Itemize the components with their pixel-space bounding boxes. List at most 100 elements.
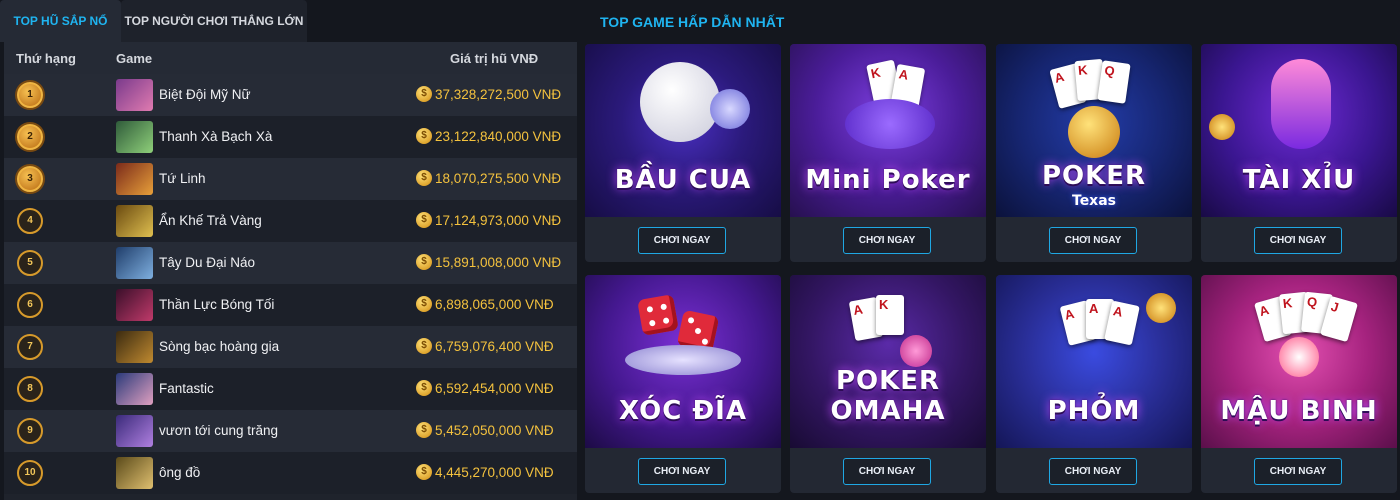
game-thumbnail[interactable] xyxy=(116,331,153,363)
game-name[interactable]: Sòng bạc hoàng gia xyxy=(159,339,279,354)
table-row[interactable]: 2 Thanh Xà Bạch Xà $23,122,840,000 VNĐ xyxy=(4,116,577,158)
game-thumbnail[interactable] xyxy=(116,205,153,237)
game-thumbnail[interactable] xyxy=(116,415,153,447)
playing-card-icon: K xyxy=(876,295,904,335)
game-name[interactable]: vươn tới cung trăng xyxy=(159,423,278,438)
header-rank: Thứ hạng xyxy=(16,51,76,66)
coin-icon: $ xyxy=(416,464,432,480)
game-artwork[interactable]: XÓC ĐĨA xyxy=(585,275,781,448)
game-title: XÓC ĐĨA xyxy=(619,396,747,426)
chip-icon xyxy=(710,89,750,129)
game-thumbnail[interactable] xyxy=(116,289,153,321)
jackpot-value: 17,124,973,000 VNĐ xyxy=(435,213,562,228)
game-name[interactable]: Thanh Xà Bạch Xà xyxy=(159,129,272,144)
play-now-button[interactable]: CHƠI NGAY xyxy=(843,227,931,254)
game-artwork[interactable]: A A A PHỎM xyxy=(996,275,1192,448)
jackpot-value: 23,122,840,000 VNĐ xyxy=(435,129,562,144)
game-title: POKER OMAHA xyxy=(830,366,946,426)
tab-top-winners[interactable]: TOP NGƯỜI CHƠI THẮNG LỚN xyxy=(121,0,307,42)
play-now-button[interactable]: CHƠI NGAY xyxy=(843,458,931,485)
tab-top-jackpot[interactable]: TOP HŨ SẮP NỔ xyxy=(0,0,121,42)
table-row[interactable]: 10 ông đồ $4,445,270,000 VNĐ xyxy=(4,452,577,494)
coin-icon: $ xyxy=(416,128,432,144)
game-name[interactable]: Biệt Đội Mỹ Nữ xyxy=(159,87,251,102)
gold-coin-icon xyxy=(1209,114,1235,140)
game-artwork[interactable]: TÀI XỈU xyxy=(1201,44,1397,217)
game-name[interactable]: Thần Lực Bóng Tối xyxy=(159,297,274,312)
game-title: MẬU BINH xyxy=(1220,396,1378,426)
table-row[interactable]: 6 Thần Lực Bóng Tối $6,898,065,000 VNĐ xyxy=(4,284,577,326)
play-now-button[interactable]: CHƠI NGAY xyxy=(1254,227,1342,254)
table-row[interactable]: 8 Fantastic $6,592,454,000 VNĐ xyxy=(4,368,577,410)
game-name[interactable]: Tây Du Đại Náo xyxy=(159,255,255,270)
jackpot-value: 37,328,272,500 VNĐ xyxy=(435,87,562,102)
game-thumbnail[interactable] xyxy=(116,121,153,153)
game-title: TÀI XỈU xyxy=(1242,165,1356,195)
dice-icon xyxy=(637,294,679,336)
table-row[interactable]: 4 Ẩn Khế Trả Vàng $17,124,973,000 VNĐ xyxy=(4,200,577,242)
heart-badge-icon xyxy=(1279,337,1319,377)
jackpot-value: 6,592,454,000 VNĐ xyxy=(435,381,554,396)
coin-icon: $ xyxy=(416,254,432,270)
play-now-button[interactable]: CHƠI NGAY xyxy=(638,227,726,254)
game-name[interactable]: Fantastic xyxy=(159,381,214,396)
game-title: BẦU CUA xyxy=(614,165,752,195)
gold-coin-icon xyxy=(1146,293,1176,323)
coin-icon: $ xyxy=(416,380,432,396)
jackpot-value: 5,452,050,000 VNĐ xyxy=(435,423,554,438)
game-artwork[interactable]: A K Q POKER Texas xyxy=(996,44,1192,217)
jackpot-value: 6,759,076,400 VNĐ xyxy=(435,339,554,354)
game-subtitle: Texas xyxy=(1072,193,1116,209)
gold-coin-icon xyxy=(1068,106,1120,158)
coin-icon: $ xyxy=(416,170,432,186)
game-artwork[interactable]: BẦU CUA xyxy=(585,44,781,217)
game-name[interactable]: Ẩn Khế Trả Vàng xyxy=(159,213,262,228)
game-thumbnail[interactable] xyxy=(116,163,153,195)
table-row[interactable]: 3 Tứ Linh $18,070,275,500 VNĐ xyxy=(4,158,577,200)
game-name[interactable]: ông đồ xyxy=(159,465,200,480)
game-artwork[interactable]: A K Q J MẬU BINH xyxy=(1201,275,1397,448)
chip-stack-icon xyxy=(845,99,935,149)
play-now-button[interactable]: CHƠI NGAY xyxy=(638,458,726,485)
jackpot-value: 6,898,065,000 VNĐ xyxy=(435,297,554,312)
playing-card-icon: Q xyxy=(1097,60,1131,104)
play-now-button[interactable]: CHƠI NGAY xyxy=(1049,227,1137,254)
chip-icon xyxy=(900,335,932,367)
game-thumbnail[interactable] xyxy=(116,457,153,489)
table-row[interactable]: 9 vươn tới cung trăng $5,452,050,000 VNĐ xyxy=(4,410,577,452)
game-artwork[interactable]: K A Mini Poker xyxy=(790,44,986,217)
rank-medal-icon: 9 xyxy=(17,418,43,444)
top-games-title: TOP GAME HẤP DẪN NHẤT xyxy=(600,14,785,30)
jackpot-value: 4,445,270,000 VNĐ xyxy=(435,465,554,480)
game-title: PHỎM xyxy=(1047,396,1141,426)
rank-medal-icon: 6 xyxy=(17,292,43,318)
rank-medal-icon: 3 xyxy=(17,166,43,192)
plate-icon xyxy=(625,345,741,375)
table-header: Thứ hạng Game Giá trị hũ VNĐ xyxy=(4,42,577,74)
game-card-mau-binh: A K Q J MẬU BINH CHƠI NGAY xyxy=(1201,275,1397,493)
rank-medal-icon: 2 xyxy=(17,124,43,150)
game-artwork[interactable]: A K POKER OMAHA xyxy=(790,275,986,448)
table-row[interactable]: 7 Sòng bạc hoàng gia $6,759,076,400 VNĐ xyxy=(4,326,577,368)
rank-medal-icon: 10 xyxy=(17,460,43,486)
game-thumbnail[interactable] xyxy=(116,247,153,279)
play-now-button[interactable]: CHƠI NGAY xyxy=(1049,458,1137,485)
game-card-bau-cua: BẦU CUA CHƠI NGAY xyxy=(585,44,781,262)
rank-medal-icon: 7 xyxy=(17,334,43,360)
game-thumbnail[interactable] xyxy=(116,79,153,111)
table-row[interactable]: 1 Biệt Đội Mỹ Nữ $37,328,272,500 VNĐ xyxy=(4,74,577,116)
game-name[interactable]: Tứ Linh xyxy=(159,171,206,186)
game-card-mini-poker: K A Mini Poker CHƠI NGAY xyxy=(790,44,986,262)
rank-medal-icon: 5 xyxy=(17,250,43,276)
game-thumbnail[interactable] xyxy=(116,373,153,405)
dice-bowl-icon xyxy=(640,62,720,142)
jackpot-table: Thứ hạng Game Giá trị hũ VNĐ 1 Biệt Đội M… xyxy=(4,42,577,500)
header-value: Giá trị hũ VNĐ xyxy=(450,51,539,66)
coin-icon: $ xyxy=(416,86,432,102)
table-row[interactable]: 5 Tây Du Đại Náo $15,891,008,000 VNĐ xyxy=(4,242,577,284)
rank-medal-icon: 4 xyxy=(17,208,43,234)
game-title: POKER xyxy=(1041,161,1147,191)
play-now-button[interactable]: CHƠI NGAY xyxy=(1254,458,1342,485)
jackpot-value: 18,070,275,500 VNĐ xyxy=(435,171,562,186)
jackpot-tabs: TOP HŨ SẮP NỔ TOP NGƯỜI CHƠI THẮNG LỚN xyxy=(0,0,580,42)
